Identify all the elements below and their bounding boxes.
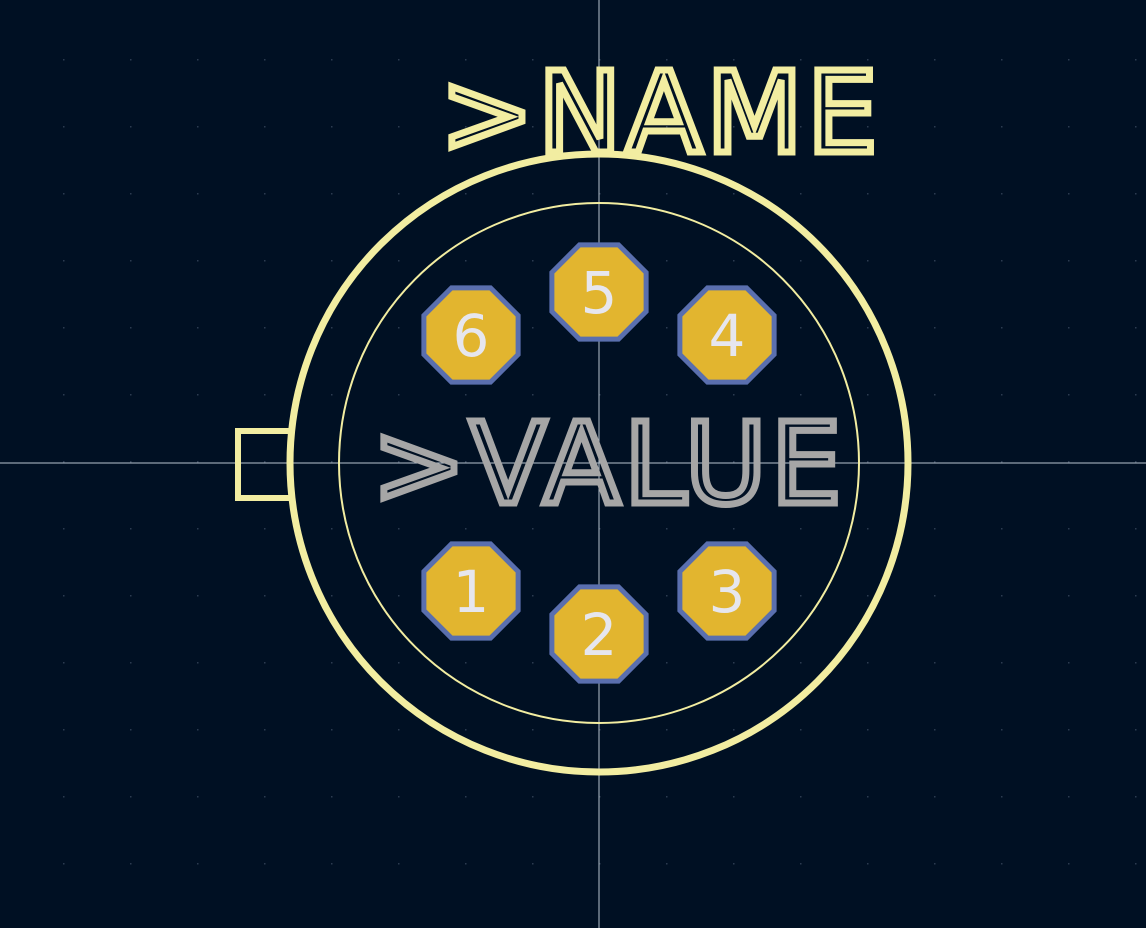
pad-4-number: 4 xyxy=(709,302,746,370)
pad-3-number: 3 xyxy=(709,558,746,626)
pad-1-number: 1 xyxy=(453,558,490,626)
pad-2-number: 2 xyxy=(581,601,618,669)
pad-3[interactable]: 3 xyxy=(677,541,777,641)
pad-1[interactable]: 1 xyxy=(421,541,521,641)
pad-4[interactable]: 4 xyxy=(677,285,777,385)
pcb-footprint-canvas[interactable]: >NAME >VALUE 1 2 3 4 5 6 xyxy=(0,0,1146,928)
pad-5-number: 5 xyxy=(581,259,618,327)
pad-6-number: 6 xyxy=(453,302,490,370)
pad-2[interactable]: 2 xyxy=(549,584,649,684)
pad-6[interactable]: 6 xyxy=(421,285,521,385)
name-label[interactable]: >NAME xyxy=(437,46,882,183)
pad-5[interactable]: 5 xyxy=(549,242,649,342)
value-label[interactable]: >VALUE xyxy=(369,397,845,534)
